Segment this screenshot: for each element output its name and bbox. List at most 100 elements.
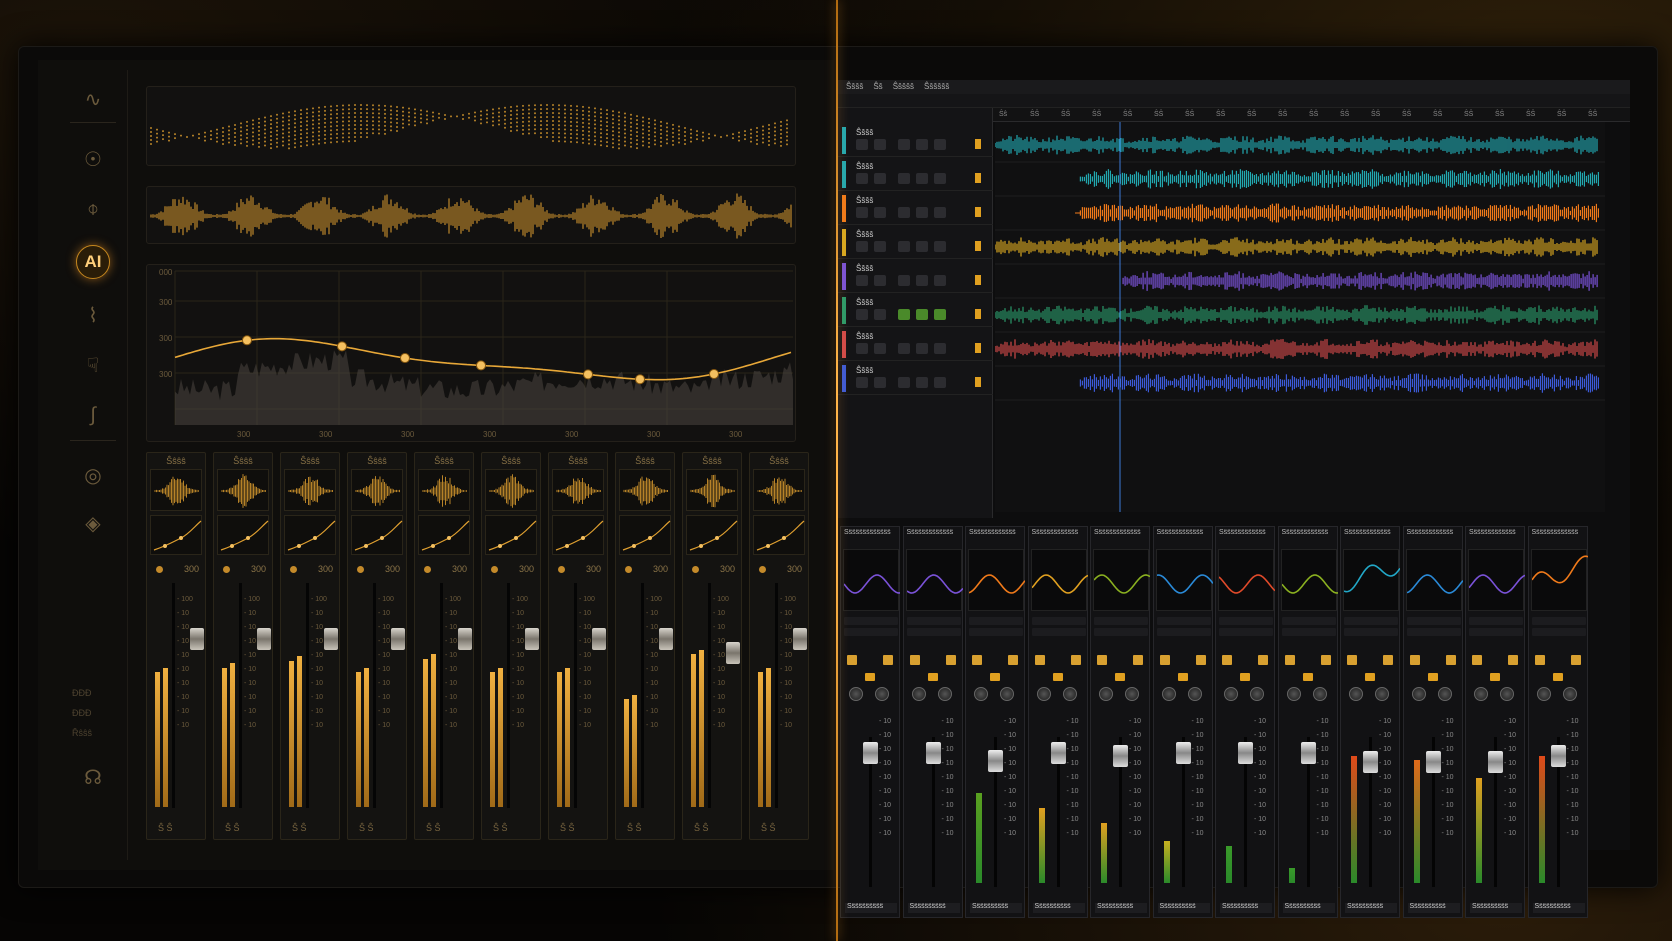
channel-footer[interactable]: Ŝ Ŝ (560, 823, 575, 833)
channel-eq-curve[interactable] (485, 515, 537, 555)
channel-output[interactable]: Ŝŝŝŝŝŝŝŝŝŝ (1095, 903, 1147, 913)
plugin-slot[interactable] (844, 617, 898, 625)
headset-icon[interactable]: ☊ (76, 760, 110, 794)
mute-button[interactable] (1409, 655, 1420, 665)
eq-band-node[interactable] (583, 369, 593, 380)
plugin-slot[interactable] (1031, 617, 1086, 625)
eq-band-node[interactable] (400, 353, 410, 364)
channel-eq-display[interactable] (905, 549, 964, 611)
channel-output[interactable]: Ŝŝŝŝŝŝŝŝŝŝ (1220, 903, 1272, 913)
send-knob[interactable] (1000, 687, 1014, 701)
track-lanes-svg[interactable] (994, 122, 1605, 512)
send-knob[interactable] (1437, 687, 1452, 701)
channel-eq-curve[interactable] (418, 515, 470, 555)
channel-footer[interactable]: Ŝ Ŝ (158, 823, 173, 833)
channel-footer[interactable]: Ŝ Ŝ (627, 823, 642, 833)
plugin-slot[interactable] (1094, 617, 1148, 625)
ai-icon[interactable]: AI (76, 245, 110, 279)
channel-eq-display[interactable] (1343, 549, 1401, 611)
track-header[interactable]: Ŝŝŝŝ (838, 192, 993, 225)
record-button[interactable] (990, 673, 1000, 681)
mute-button[interactable] (1472, 655, 1482, 665)
plugin-slot[interactable] (1531, 628, 1586, 636)
channel-eq-curve[interactable] (619, 515, 671, 555)
channel-eq-curve[interactable] (686, 515, 738, 555)
channel-knob[interactable] (290, 566, 297, 573)
track-button[interactable] (934, 275, 946, 286)
plugin-slot[interactable] (1344, 617, 1398, 625)
track-header[interactable]: Ŝŝŝŝ (838, 158, 993, 191)
track-button[interactable] (856, 139, 868, 150)
track-button[interactable] (874, 241, 886, 252)
phase-icon[interactable]: ⌽ (76, 192, 110, 226)
send-knob[interactable] (1250, 687, 1264, 701)
channel-eq-display[interactable] (968, 549, 1026, 611)
plugin-slot[interactable] (969, 617, 1023, 625)
record-button[interactable] (865, 673, 875, 681)
record-button[interactable] (1365, 673, 1375, 681)
track-button[interactable] (874, 275, 886, 286)
plugin-slot[interactable] (1344, 628, 1398, 636)
channel-output[interactable]: Ŝŝŝŝŝŝŝŝŝŝ (1407, 903, 1460, 913)
track-button[interactable] (934, 377, 946, 388)
solo-button[interactable] (1008, 655, 1018, 665)
mute-button[interactable] (847, 655, 857, 665)
solo-button[interactable] (1445, 655, 1456, 665)
track-button[interactable] (916, 241, 928, 252)
track-button[interactable] (874, 207, 886, 218)
pan-knob[interactable] (1161, 687, 1176, 701)
plugin-slot[interactable] (1531, 617, 1586, 625)
track-button[interactable] (898, 139, 910, 150)
track-header[interactable]: Ŝŝŝŝ (838, 226, 993, 259)
pan-knob[interactable] (911, 687, 926, 701)
plugin-slot[interactable] (1406, 628, 1461, 636)
mixer-fader[interactable] (925, 742, 941, 764)
track-header[interactable]: Ŝŝŝŝ (838, 294, 993, 327)
plugin-slots[interactable] (1156, 617, 1211, 645)
track-button[interactable] (934, 173, 946, 184)
plugin-slot[interactable] (844, 628, 898, 636)
track-button[interactable] (856, 207, 868, 218)
record-arm-button[interactable] (975, 275, 981, 285)
record-button[interactable] (1177, 673, 1188, 681)
channel-output[interactable]: Ŝŝŝŝŝŝŝŝŝŝ (1345, 903, 1397, 913)
record-button[interactable] (1302, 673, 1313, 681)
track-button[interactable] (898, 343, 910, 354)
pan-knob[interactable] (1286, 687, 1301, 701)
eq-band-node[interactable] (709, 369, 719, 380)
plugin-slots[interactable] (1406, 617, 1461, 645)
mixer-fader[interactable] (1113, 745, 1128, 767)
pan-knob[interactable] (1224, 687, 1238, 701)
plugin-slots[interactable] (1344, 617, 1398, 645)
mixer-fader[interactable] (1550, 745, 1566, 767)
channel-knob[interactable] (759, 566, 766, 573)
pan-knob[interactable] (1536, 687, 1551, 701)
wave-icon[interactable]: ∿ (76, 82, 110, 116)
channel-footer[interactable]: Ŝ Ŝ (426, 823, 441, 833)
arrangement-view[interactable] (994, 122, 1605, 512)
solo-button[interactable] (1508, 655, 1518, 665)
send-knob[interactable] (1312, 687, 1327, 701)
pan-knob[interactable] (1099, 687, 1113, 701)
mute-button[interactable] (972, 655, 982, 665)
track-header[interactable]: Ŝŝŝŝ (838, 260, 993, 293)
channel-footer[interactable]: Ŝ Ŝ (359, 823, 374, 833)
solo-button[interactable] (1258, 655, 1268, 665)
record-arm-button[interactable] (975, 139, 981, 149)
channel-knob[interactable] (692, 566, 699, 573)
track-button[interactable] (856, 309, 868, 320)
plugin-slot[interactable] (969, 628, 1023, 636)
plugin-slots[interactable] (969, 617, 1023, 645)
channel-knob[interactable] (424, 566, 431, 573)
channel-eq-curve[interactable] (217, 515, 269, 555)
pan-knob[interactable] (1349, 687, 1363, 701)
channel-eq-curve[interactable] (753, 515, 805, 555)
channel-eq-curve[interactable] (284, 515, 336, 555)
eq-graph-svg[interactable]: 000 300 300 300 300 300 300 300 300 300 300 (147, 265, 797, 443)
track-button[interactable] (934, 241, 946, 252)
mute-button[interactable] (1534, 655, 1545, 665)
mute-button[interactable] (909, 655, 920, 665)
plugin-slot[interactable] (1469, 617, 1523, 625)
eq-analyzer-graph[interactable]: 000 300 300 300 300 300 300 300 300 300 300 (146, 264, 796, 442)
send-knob[interactable] (875, 687, 889, 701)
